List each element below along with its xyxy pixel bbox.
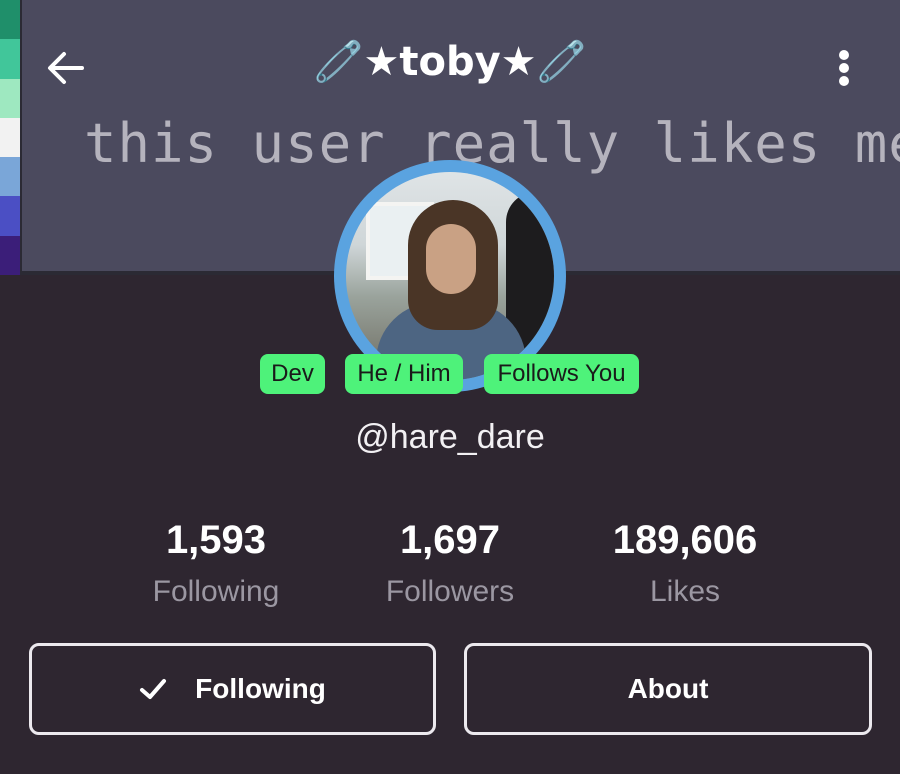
banner-text: this user really likes me <box>84 112 900 175</box>
profile-badges: Dev He / Him Follows You <box>0 354 900 394</box>
more-vertical-icon <box>839 50 849 86</box>
stat-following-label: Following <box>152 575 280 608</box>
stat-likes[interactable]: 189,606 Likes <box>565 512 805 616</box>
badge-follows-you: Follows You <box>484 354 639 394</box>
stat-followers[interactable]: 1,697 Followers <box>330 512 570 616</box>
stat-following[interactable]: 1,593 Following <box>96 512 336 616</box>
stat-following-count: 1,593 <box>165 518 267 562</box>
stat-followers-label: Followers <box>385 575 515 608</box>
username-handle: @hare_dare <box>355 418 545 456</box>
checkmark-icon <box>139 677 167 701</box>
stat-likes-label: Likes <box>649 575 721 608</box>
following-button-label: Following <box>195 673 326 704</box>
about-button-label: About <box>627 673 709 704</box>
avatar-photo <box>346 172 554 380</box>
badge-dev: Dev <box>260 354 325 394</box>
more-options-button[interactable] <box>816 40 872 96</box>
stat-followers-count: 1,697 <box>399 518 501 562</box>
following-button[interactable]: Following <box>29 643 436 735</box>
badge-pronouns: He / Him <box>345 354 463 394</box>
about-button[interactable]: About <box>464 643 872 735</box>
profile-title: 🧷★toby★🧷 <box>313 39 587 85</box>
stat-likes-count: 189,606 <box>612 518 758 562</box>
